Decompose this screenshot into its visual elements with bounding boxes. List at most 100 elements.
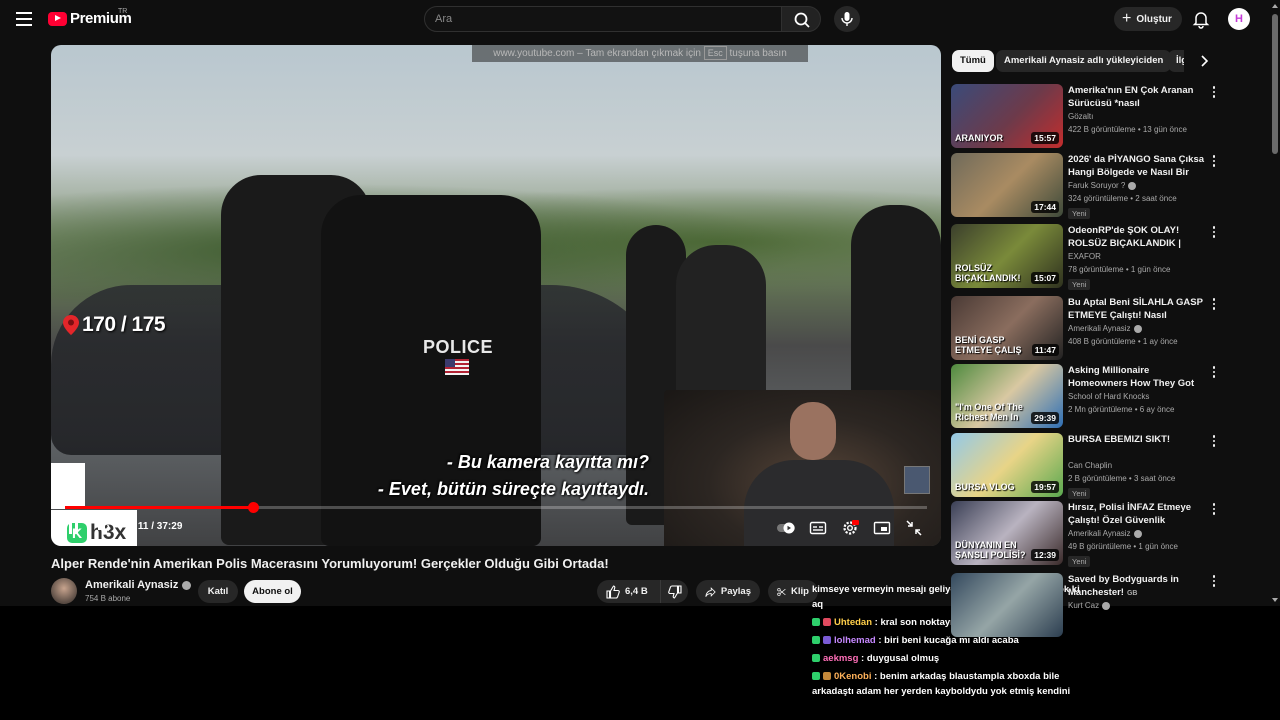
video-thumbnail[interactable] [951,573,1063,637]
scroll-up-icon[interactable] [1272,4,1278,8]
miniplayer-icon[interactable] [873,519,891,537]
new-badge: Yeni [1068,279,1091,290]
chip-related[interactable]: İlgili [1168,50,1184,72]
video-title: Hırsız, Polisi İNFAZ Etmeye Çalıştı! Öze… [1068,502,1192,526]
more-actions-icon[interactable] [1208,433,1220,449]
scroll-down-icon[interactable] [1272,598,1278,602]
channel-name: School of Hard Knocks [1068,392,1150,401]
dislike-button[interactable] [660,580,688,603]
video-thumbnail[interactable]: DÜNYANIN EN ŞANSLI POLİSİ? 12:39 [951,501,1063,565]
subtitles-icon[interactable] [809,519,827,537]
channel-name-link[interactable]: EXAFOR [1068,252,1101,261]
more-actions-icon[interactable] [1208,501,1220,517]
video-thumbnail[interactable]: BENİ GASP ETMEYE ÇALIŞ 11:47 [951,296,1063,360]
thumbs-down-icon [667,584,682,599]
channel-name-link[interactable]: Faruk Soruyor ? [1068,181,1137,190]
volume-button[interactable] [95,518,115,538]
clip-label: Klip [791,586,809,597]
pause-button[interactable] [63,518,83,538]
video-thumbnail[interactable]: "I'm One Of The Richest Men In FL" 29:39 [951,364,1063,428]
exit-fullscreen-icon[interactable] [905,519,923,537]
more-actions-icon[interactable] [1208,364,1220,380]
progress-played [65,506,253,509]
chip-all[interactable]: Tümü [952,50,994,72]
chat-message: 0Kenobi : benim arkadaş blaustampla xbox… [812,669,1082,699]
recommended-video[interactable]: ARANIYOR 15:57 Amerika'nın EN Çok Aranan S… [951,84,1221,150]
share-icon [705,586,716,597]
video-title-link[interactable]: BURSA EBEMIZI SIKT! [1068,433,1208,446]
recommended-video[interactable]: Saved by Bodyguards in Manchester! GB Kurt… [951,573,1221,639]
recommended-video[interactable]: DÜNYANIN EN ŞANSLI POLİSİ? 12:39 Hırsız, P… [951,501,1221,567]
account-avatar[interactable]: H [1228,8,1250,30]
share-button[interactable]: Paylaş [696,580,760,603]
recommended-video[interactable]: ROLSÜZ BIÇAKLANDIK! 15:07 OdeonRP'de ŞOK O… [951,224,1221,290]
watermark-block [51,463,85,509]
player-controls: 8:11 / 37:29 [51,513,941,546]
video-title-link[interactable]: Saved by Bodyguards in Manchester! GB [1068,573,1208,600]
recommended-video[interactable]: "I'm One Of The Richest Men In FL" 29:39 A… [951,364,1221,430]
subscribe-button[interactable]: Abone ol [244,580,301,603]
verified-badge-icon [1133,529,1142,538]
video-player[interactable]: POLICE www.youtube.com – Tam ekrandan çı… [51,45,941,546]
scrollbar-thumb[interactable] [1272,14,1278,154]
verified-badge-icon [1128,181,1137,190]
search-input[interactable]: Ara [424,6,782,32]
scrubber-handle[interactable] [248,502,259,513]
video-title-link[interactable]: Hırsız, Polisi İNFAZ Etmeye Çalıştı! Öze… [1068,501,1208,528]
new-badge: Yeni [1068,556,1091,567]
like-button[interactable]: 6,4 B [597,580,660,603]
page-scrollbar[interactable] [1270,0,1280,606]
video-title-link[interactable]: Bu Aptal Beni SİLAHLA GASP ETMEYE Çalışt… [1068,296,1208,323]
recommended-video[interactable]: 17:44 2026' da PİYANGO Sana Çıksa Hangi B… [951,153,1221,219]
channel-name-link[interactable]: Amerikali Aynasiz [1068,324,1142,333]
menu-icon[interactable] [12,8,36,30]
channel-name: Faruk Soruyor ? [1068,181,1126,190]
video-title: BURSA EBEMIZI SIKT! [1068,434,1171,445]
channel-avatar[interactable] [51,578,77,604]
video-duration: 19:57 [1031,481,1059,493]
video-title: OdeonRP'de ŞOK OLAY! ROLSÜZ BIÇAKLANDIK … [1068,225,1181,249]
join-button[interactable]: Katıl [198,580,238,603]
more-actions-icon[interactable] [1208,84,1220,100]
video-title-link[interactable]: Asking Millionaire Homeowners How They G… [1068,364,1208,391]
chevron-right-icon[interactable] [1196,53,1212,69]
channel-name-link[interactable]: Amerikali Aynasiz [1068,529,1142,538]
clip-button[interactable]: Klip [768,580,818,603]
channel-name-link[interactable]: Can Chaplin [1068,461,1112,470]
video-title-link[interactable]: OdeonRP'de ŞOK OLAY! ROLSÜZ BIÇAKLANDIK … [1068,224,1208,251]
voice-search-button[interactable] [834,6,860,32]
kick-badge-icon [812,654,820,662]
chip-from-uploader[interactable]: Amerikali Aynasiz adlı yükleyiciden [996,50,1172,72]
channel-name-link[interactable]: Gözaltı [1068,112,1093,121]
video-title-link[interactable]: Amerika'nın EN Çok Aranan Sürücüsü *nası… [1068,84,1208,111]
more-actions-icon[interactable] [1208,224,1220,240]
chat-username: Uhtedan [834,617,872,628]
channel-name: Can Chaplin [1068,461,1113,470]
video-title-link[interactable]: 2026' da PİYANGO Sana Çıksa Hangi Bölged… [1068,153,1208,180]
channel-name-link[interactable]: Kurt Caz [1068,601,1111,610]
video-meta: 2 Mn görüntüleme • 6 ay önce [1068,405,1175,414]
progress-bar[interactable] [65,502,927,513]
video-thumbnail[interactable]: BURSA VLOG 19:57 [951,433,1063,497]
kick-badge-icon [812,618,820,626]
video-thumbnail[interactable]: ARANIYOR 15:57 [951,84,1063,148]
create-button[interactable]: + Oluştur [1114,7,1182,31]
notifications-button[interactable] [1190,8,1212,30]
search-button[interactable] [781,6,821,32]
chat-username: lolhemad [834,635,876,646]
more-actions-icon[interactable] [1208,296,1220,312]
video-thumbnail[interactable]: ROLSÜZ BIÇAKLANDIK! 15:07 [951,224,1063,288]
video-title: 2026' da PİYANGO Sana Çıksa Hangi Bölged… [1068,154,1205,178]
recommended-video[interactable]: BENİ GASP ETMEYE ÇALIŞ 11:47 Bu Aptal Beni… [951,296,1221,362]
more-actions-icon[interactable] [1208,153,1220,169]
recommended-video[interactable]: BURSA VLOG 19:57 BURSA EBEMIZI SIKT! Can Ch… [951,433,1221,499]
video-duration: 11:47 [1031,344,1059,356]
kick-badge-icon [812,672,820,680]
settings-gear-icon[interactable] [841,519,859,537]
video-thumbnail[interactable]: 17:44 [951,153,1063,217]
channel-name-link[interactable]: School of Hard Knocks [1068,392,1149,401]
autoplay-toggle-icon[interactable] [777,519,795,537]
video-meta: 422 B görüntüleme • 13 gün önce [1068,125,1187,134]
more-actions-icon[interactable] [1208,573,1220,589]
channel-name-link[interactable]: Amerikali Aynasiz [85,579,192,591]
